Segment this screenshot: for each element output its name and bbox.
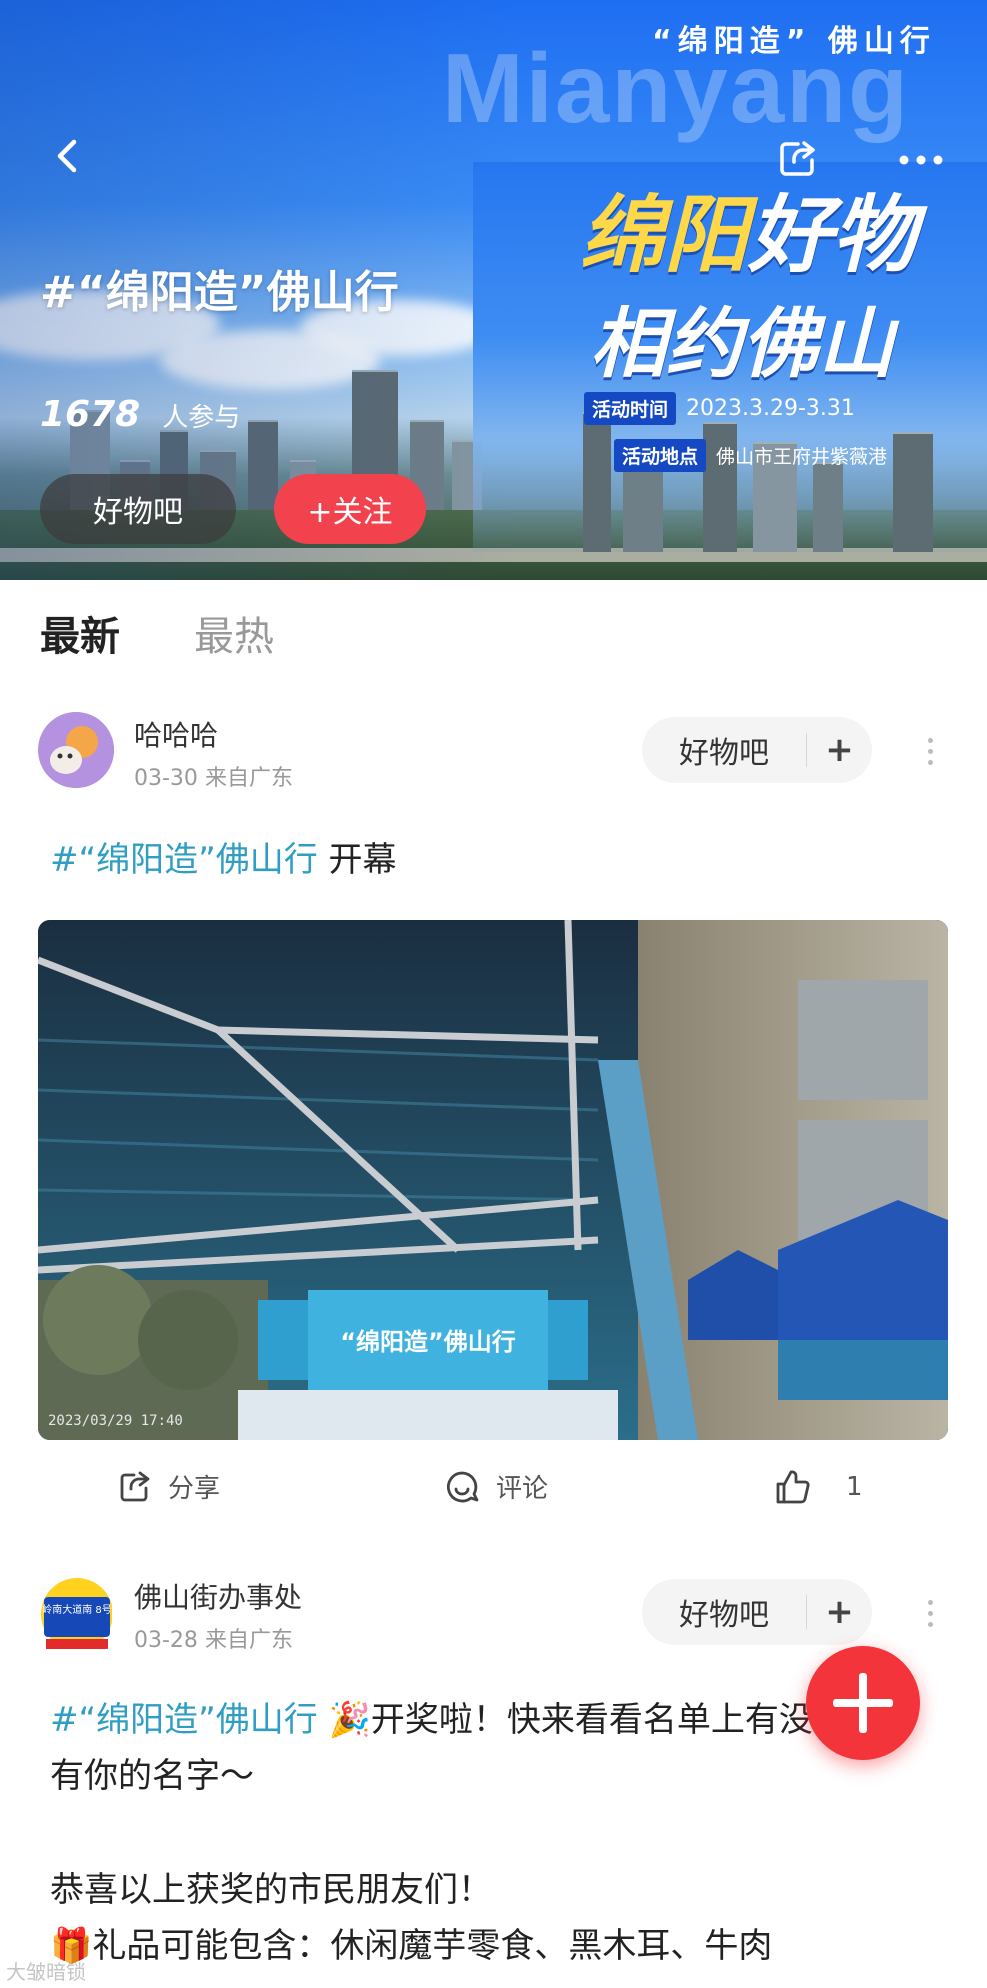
follow-button[interactable]: +关注 xyxy=(274,474,426,544)
banner-headline-2: 相约佛山 xyxy=(590,299,894,388)
photo-timestamp: 2023/03/29 17:40 xyxy=(48,1413,183,1429)
watermark: 大皱暗锁 xyxy=(6,1960,86,1984)
building xyxy=(583,412,611,552)
event-place-value: 佛山市王府井紫薇港 xyxy=(716,446,888,468)
stage-screen-text: “绵阳造”佛山行 xyxy=(340,1328,516,1356)
post-menu-button[interactable] xyxy=(925,738,935,768)
like-action[interactable]: 1 xyxy=(774,1468,863,1506)
share-icon xyxy=(780,141,815,176)
sort-tabs: 最新 最热 xyxy=(40,604,274,662)
forum-follow-pill[interactable]: 好物吧 + xyxy=(642,1579,872,1645)
topic-hashtag-link[interactable]: #“绵阳造”佛山行 xyxy=(50,840,318,880)
stage-photo-illustration: “绵阳造”佛山行 2023/03/29 17:40 xyxy=(38,920,948,1440)
tab-hottest[interactable]: 最热 xyxy=(194,604,274,662)
post-actions: 分享 评论 1 xyxy=(0,1468,987,1520)
post-date: 03-28 xyxy=(134,1628,198,1653)
post-line: #“绵阳造”佛山行 🎉开奖啦！快来看看名单上有没 xyxy=(50,1692,813,1748)
back-button[interactable] xyxy=(48,136,88,176)
participant-count: 1678 xyxy=(40,394,141,435)
topic-hashtag-link[interactable]: #“绵阳造”佛山行 xyxy=(50,1700,318,1740)
topic-title: #“绵阳造”佛山行 xyxy=(40,267,399,318)
share-button[interactable] xyxy=(776,138,818,180)
party-emoji: 🎉 xyxy=(328,1700,371,1740)
event-time-tag: 活动时间 xyxy=(584,392,677,425)
avatar-illustration xyxy=(38,712,114,788)
event-place-row: 活动地点 佛山市王府井紫薇港 xyxy=(614,439,887,472)
more-button[interactable] xyxy=(896,150,946,170)
avatar-logo-text: 岭南大道南 8号 xyxy=(42,1603,112,1616)
post-source: 来自广东 xyxy=(204,766,293,791)
compose-button[interactable] xyxy=(806,1646,920,1760)
post-text-line-4: 礼品可能包含：休闲魔芋零食、黑木耳、牛肉 xyxy=(92,1926,773,1966)
share-action[interactable]: 分享 xyxy=(116,1468,220,1505)
post-text-line-2: 有你的名字～ xyxy=(50,1756,254,1796)
like-count: 1 xyxy=(846,1472,863,1502)
banner-slogan: “绵阳造” 佛山行 xyxy=(652,24,936,59)
comment-icon xyxy=(446,1471,479,1502)
event-time-value: 2023.3.29-3.31 xyxy=(686,396,855,421)
post-meta: 03-28 来自广东 xyxy=(134,1622,293,1654)
building xyxy=(893,432,933,552)
comment-label: 评论 xyxy=(496,1474,549,1504)
back-chevron-icon xyxy=(57,139,77,173)
post-body: #“绵阳造”佛山行 开幕 xyxy=(50,832,397,888)
more-icon xyxy=(899,155,943,165)
post-text-line-3: 恭喜以上获奖的市民朋友们！ xyxy=(50,1870,492,1910)
avatar[interactable]: 岭南大道南 8号 xyxy=(36,1573,112,1649)
forum-name[interactable]: 好物吧 xyxy=(642,728,806,772)
forum-follow-pill[interactable]: 好物吧 + xyxy=(642,717,872,783)
post-menu-button[interactable] xyxy=(925,1600,935,1630)
participant-info: 1678 人参与 xyxy=(40,394,240,435)
banner-headline-1b: 好物 xyxy=(748,186,917,284)
banner-headline-1a: 绵阳 xyxy=(580,186,749,284)
topic-header: Mianyang “绵阳造” 佛山行 绵阳好物 相约佛山 活动时间 2023.3… xyxy=(0,0,987,580)
username[interactable]: 哈哈哈 xyxy=(134,714,218,754)
event-place-tag: 活动地点 xyxy=(614,439,707,472)
forum-name[interactable]: 好物吧 xyxy=(642,1590,806,1634)
post-source: 来自广东 xyxy=(204,1628,293,1653)
post-line: 🎁礼品可能包含：休闲魔芋零食、黑木耳、牛肉 xyxy=(50,1918,813,1974)
street-office-logo: 岭南大道南 8号 xyxy=(36,1573,112,1649)
post-body: #“绵阳造”佛山行 🎉开奖啦！快来看看名单上有没 有你的名字～ 恭喜以上获奖的市… xyxy=(50,1692,813,1974)
share-icon xyxy=(120,1471,150,1501)
follow-forum-plus[interactable]: + xyxy=(807,730,872,770)
post-text-line-1: 开奖啦！快来看看名单上有没 xyxy=(370,1700,813,1740)
thumbs-up-icon xyxy=(776,1470,810,1504)
share-label: 分享 xyxy=(168,1474,221,1504)
post-text: 开幕 xyxy=(317,840,397,880)
follow-forum-plus[interactable]: + xyxy=(807,1592,872,1632)
post-photo[interactable]: “绵阳造”佛山行 2023/03/29 17:40 xyxy=(38,920,948,1440)
participant-label: 人参与 xyxy=(162,403,241,433)
event-time-row: 活动时间 2023.3.29-3.31 xyxy=(584,392,855,425)
comment-action[interactable]: 评论 xyxy=(444,1468,548,1505)
building xyxy=(813,462,843,552)
post-date: 03-30 xyxy=(134,766,198,791)
username[interactable]: 佛山街办事处 xyxy=(134,1576,302,1616)
tab-latest[interactable]: 最新 xyxy=(40,604,120,662)
banner-headline-1: 绵阳好物 xyxy=(580,168,916,289)
forum-chip[interactable]: 好物吧 xyxy=(40,474,236,544)
post-meta: 03-30 来自广东 xyxy=(134,760,293,792)
avatar[interactable] xyxy=(38,712,114,788)
